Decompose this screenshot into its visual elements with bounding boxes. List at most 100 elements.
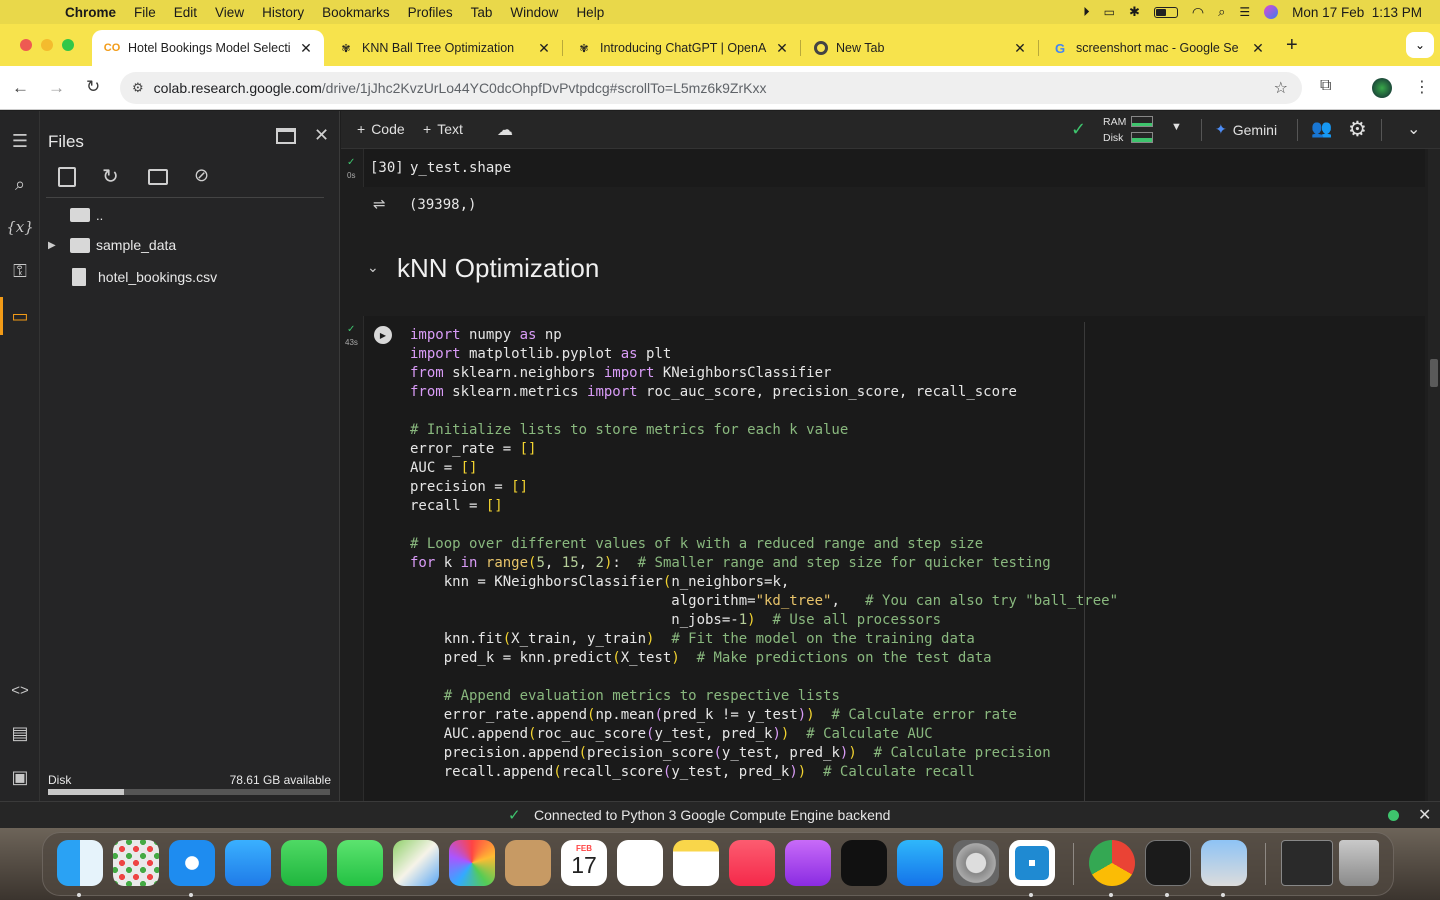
- spotlight-icon[interactable]: ⌕: [1218, 4, 1225, 20]
- menu-profiles[interactable]: Profiles: [399, 5, 462, 20]
- window-minimize-button[interactable]: [41, 39, 53, 51]
- collapse-chevron-icon[interactable]: ⌄: [1407, 119, 1420, 139]
- notes-icon[interactable]: [673, 840, 719, 886]
- close-icon[interactable]: ✕: [298, 40, 314, 57]
- settings-gear-icon[interactable]: ⚙: [1348, 117, 1367, 142]
- menu-app-name[interactable]: Chrome: [56, 5, 125, 20]
- tab-introducing-chatgpt[interactable]: ✾ Introducing ChatGPT | OpenA ✕: [564, 30, 801, 66]
- cell-source-knn[interactable]: import numpy as np import matplotlib.pyp…: [410, 326, 1118, 782]
- menu-history[interactable]: History: [253, 5, 313, 20]
- terminal-icon[interactable]: [1145, 840, 1191, 886]
- recent-window-thumbnail-icon[interactable]: [1281, 840, 1333, 886]
- mail-icon[interactable]: [225, 840, 271, 886]
- new-tab-icon[interactable]: +: [1286, 34, 1298, 57]
- vscode-icon[interactable]: [1009, 840, 1055, 886]
- resources-indicator[interactable]: RAM Disk: [1103, 114, 1161, 146]
- tab-search-button[interactable]: ⌄: [1406, 32, 1434, 58]
- extensions-icon[interactable]: ⧉: [1320, 77, 1331, 95]
- section-collapse-icon[interactable]: ⌄: [367, 259, 379, 276]
- tab-hotel-bookings[interactable]: CO Hotel Bookings Model Selecti ✕: [92, 30, 324, 66]
- files-folder-icon[interactable]: ▭: [8, 304, 32, 328]
- refresh-icon[interactable]: ↻: [102, 164, 119, 189]
- command-palette-icon[interactable]: ▤: [8, 721, 32, 745]
- add-code-button[interactable]: + Code: [357, 121, 405, 137]
- battery-icon[interactable]: [1153, 6, 1178, 18]
- mount-drive-icon[interactable]: [148, 169, 168, 185]
- close-icon[interactable]: ✕: [1012, 40, 1028, 57]
- chrome-icon[interactable]: [1089, 840, 1135, 886]
- secrets-key-icon[interactable]: ⚿: [8, 259, 32, 283]
- menu-bookmarks[interactable]: Bookmarks: [313, 5, 399, 20]
- site-info-icon[interactable]: ⚙: [132, 80, 144, 96]
- podcasts-icon[interactable]: [785, 840, 831, 886]
- calendar-icon[interactable]: FEB 17: [561, 840, 607, 886]
- app-store-icon[interactable]: [897, 840, 943, 886]
- forward-icon[interactable]: →: [48, 78, 65, 98]
- code-cell-30[interactable]: [30] y_test.shape: [363, 149, 1425, 187]
- notebook-area[interactable]: ✓ 0s [30] y_test.shape ⇌ (39398,) ⌄ kNN …: [341, 149, 1440, 801]
- profile-avatar[interactable]: [1372, 78, 1392, 98]
- share-people-icon[interactable]: 👥: [1311, 119, 1332, 139]
- safari-icon[interactable]: [169, 840, 215, 886]
- tab-google-search[interactable]: G screenshort mac - Google Se ✕: [1040, 30, 1276, 66]
- gemini-button[interactable]: ✦ Gemini: [1215, 121, 1277, 138]
- finder-icon[interactable]: [57, 840, 103, 886]
- menu-edit[interactable]: Edit: [165, 5, 206, 20]
- menu-file[interactable]: File: [125, 5, 165, 20]
- cell-source[interactable]: y_test.shape: [410, 160, 511, 176]
- music-icon[interactable]: [729, 840, 775, 886]
- menubar-clock[interactable]: Mon 17 Feb 1:13 PM: [1292, 5, 1422, 20]
- parent-folder-row[interactable]: ..: [70, 205, 103, 225]
- bookmark-star-icon[interactable]: ☆: [1274, 78, 1288, 98]
- facetime-icon[interactable]: [281, 840, 327, 886]
- menu-view[interactable]: View: [206, 5, 253, 20]
- apple-tv-icon[interactable]: [841, 840, 887, 886]
- close-icon[interactable]: ✕: [1250, 40, 1266, 57]
- scrollbar-thumb[interactable]: [1430, 359, 1438, 387]
- reminders-icon[interactable]: [617, 840, 663, 886]
- open-in-tab-icon[interactable]: [276, 128, 296, 144]
- control-center-icon[interactable]: ☰: [1239, 5, 1250, 19]
- trash-icon[interactable]: [1339, 840, 1379, 886]
- messages-icon[interactable]: [337, 840, 383, 886]
- hide-files-icon[interactable]: ⊘: [194, 165, 209, 186]
- close-icon[interactable]: ✕: [774, 40, 790, 57]
- siri-icon[interactable]: [1264, 5, 1279, 19]
- close-status-icon[interactable]: ✕: [1418, 805, 1431, 825]
- notebook-scrollbar[interactable]: [1428, 149, 1440, 801]
- system-settings-icon[interactable]: [953, 840, 999, 886]
- back-icon[interactable]: ←: [12, 78, 29, 98]
- cloud-save-icon[interactable]: ☁: [497, 120, 513, 140]
- launchpad-icon[interactable]: [113, 840, 159, 886]
- menu-tab[interactable]: Tab: [462, 5, 502, 20]
- menu-help[interactable]: Help: [567, 5, 613, 20]
- wifi-icon[interactable]: ◠: [1192, 4, 1204, 21]
- menu-window[interactable]: Window: [501, 5, 567, 20]
- code-cell-knn[interactable]: ▶ import numpy as np import matplotlib.p…: [363, 316, 1425, 801]
- more-menu-icon[interactable]: ⋮: [1414, 77, 1430, 97]
- variables-icon[interactable]: {x}: [6, 215, 34, 239]
- file-row-hotel-bookings[interactable]: hotel_bookings.csv: [70, 267, 217, 287]
- contacts-icon[interactable]: [505, 840, 551, 886]
- preview-icon[interactable]: [1201, 840, 1247, 886]
- file-row-sample-data[interactable]: ▶ sample_data: [48, 235, 176, 255]
- search-icon[interactable]: ⌕: [8, 172, 32, 196]
- window-zoom-button[interactable]: [62, 39, 74, 51]
- code-snippets-icon[interactable]: <>: [8, 678, 32, 702]
- photos-icon[interactable]: [449, 840, 495, 886]
- close-icon[interactable]: ✕: [536, 40, 552, 57]
- maps-icon[interactable]: [393, 840, 439, 886]
- tab-knn-ball-tree[interactable]: ✾ KNN Ball Tree Optimization ✕: [326, 30, 563, 66]
- table-of-contents-icon[interactable]: ☰: [8, 129, 32, 153]
- runtime-dropdown-icon[interactable]: ▼: [1171, 121, 1182, 133]
- close-panel-icon[interactable]: ✕: [314, 125, 329, 146]
- play-status-icon[interactable]: ⏵: [1083, 4, 1090, 20]
- add-text-button[interactable]: + Text: [423, 121, 463, 137]
- bluetooth-icon[interactable]: ✱: [1129, 4, 1140, 20]
- terminal-icon[interactable]: ▣: [8, 765, 32, 789]
- output-toggle-icon[interactable]: ⇌: [373, 195, 386, 213]
- upload-file-icon[interactable]: [58, 167, 76, 187]
- address-bar[interactable]: ⚙ colab.research.google.com /drive/1jJhc…: [120, 72, 1302, 104]
- expand-caret-icon[interactable]: ▶: [48, 240, 62, 251]
- tab-new-tab[interactable]: New Tab ✕: [802, 30, 1039, 66]
